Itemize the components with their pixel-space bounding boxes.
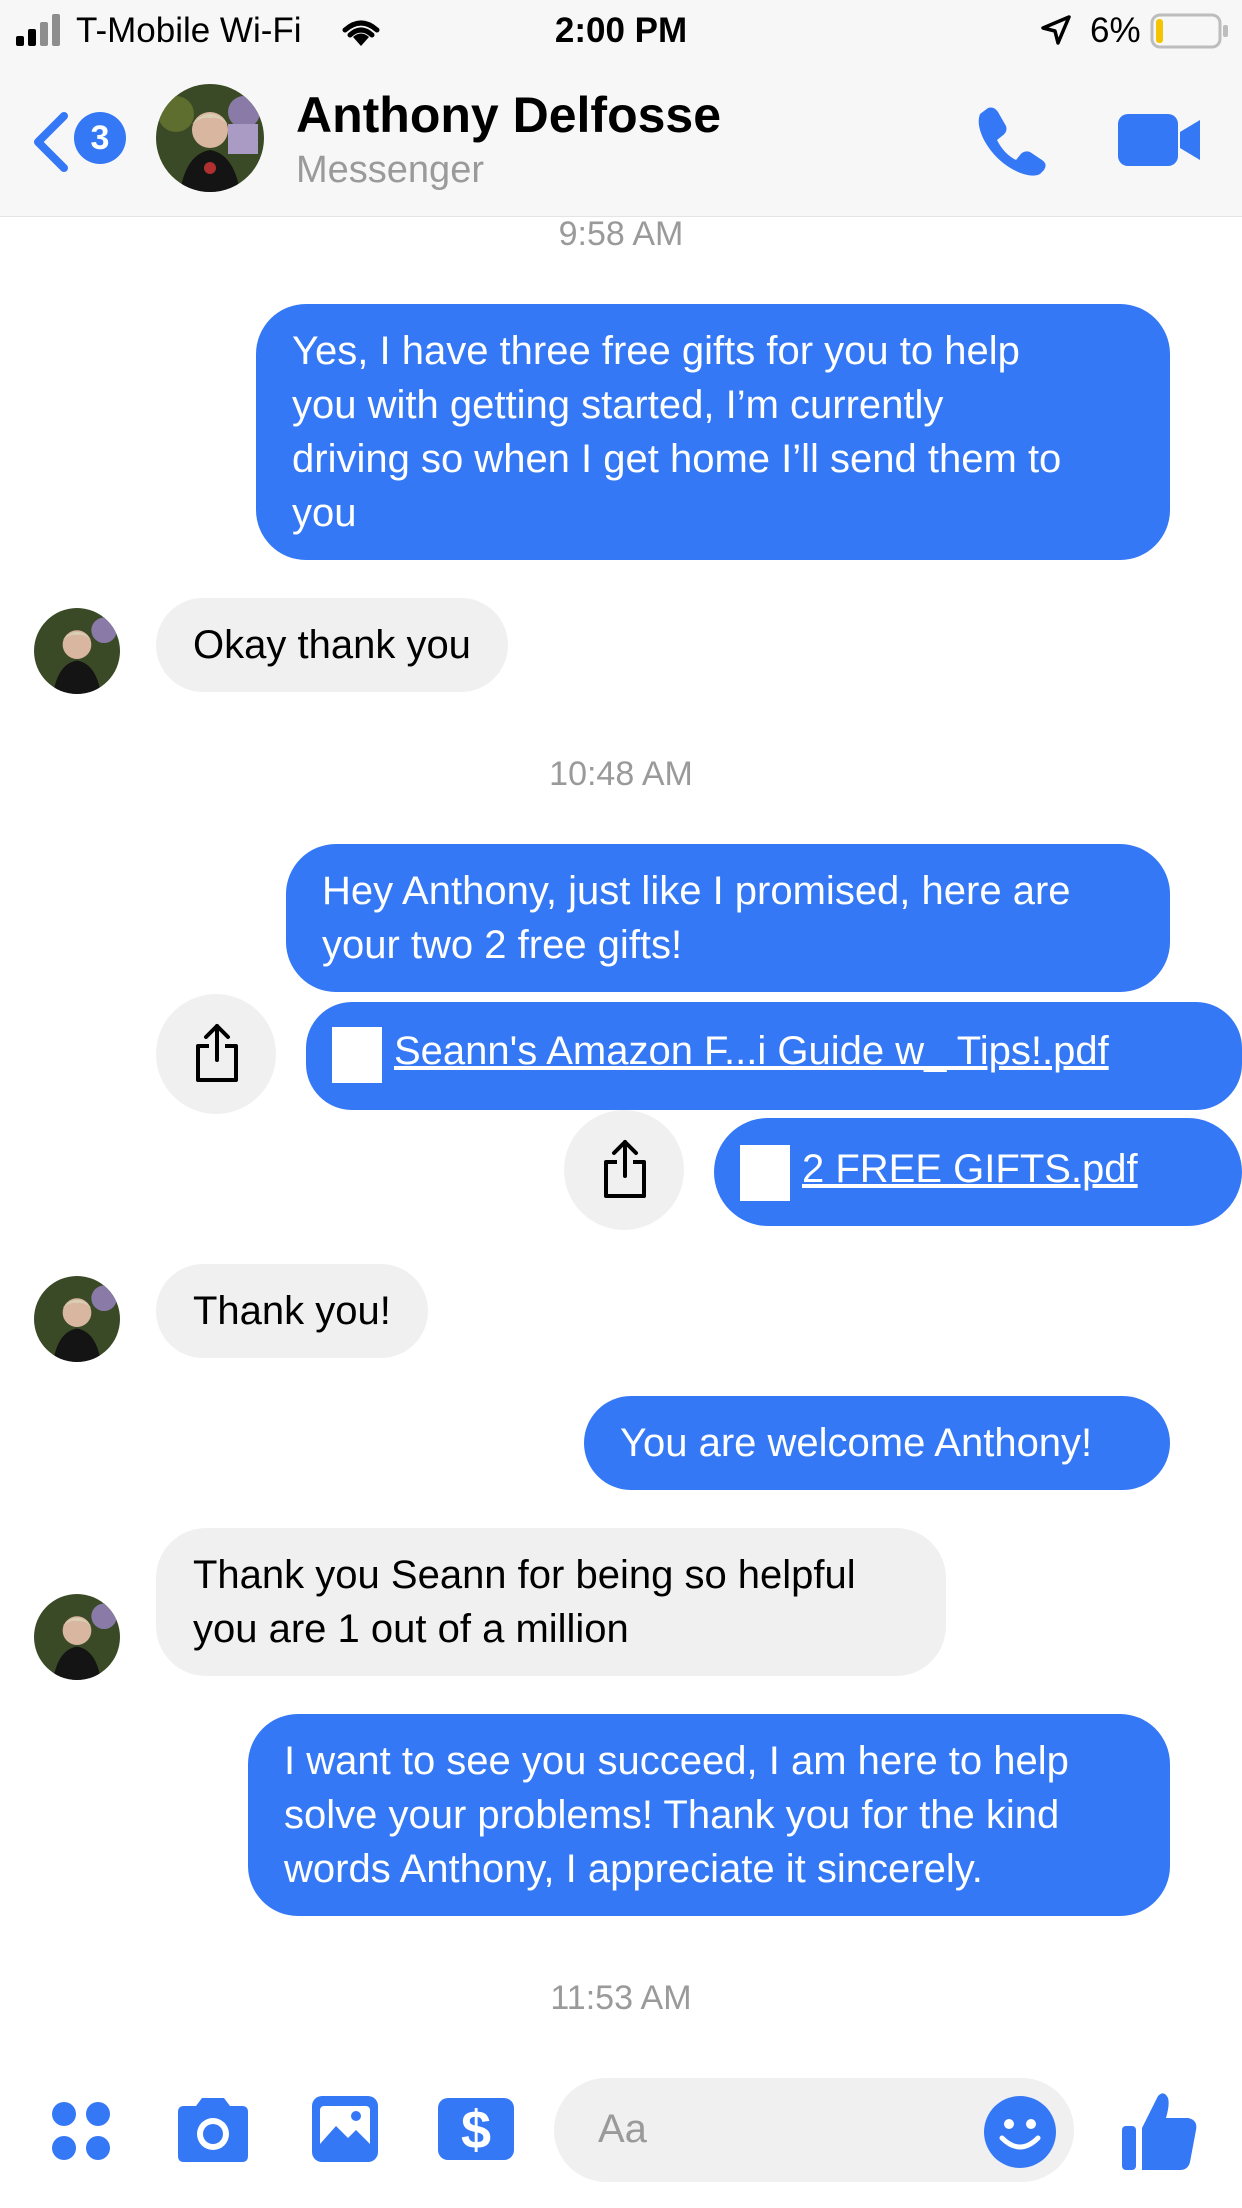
outgoing-message[interactable]: Hey Anthony, just like I promised, here … xyxy=(286,844,1170,992)
message-line: Hey Anthony, just like I promised, here … xyxy=(322,869,1071,913)
message-line: I want to see you succeed, I am here to … xyxy=(284,1739,1069,1783)
message-line: driving so when I get home I’ll send the… xyxy=(292,437,1062,481)
file-name-link[interactable]: 2 FREE GIFTS.pdf xyxy=(802,1144,1138,1194)
outgoing-message[interactable]: Yes, I have three free gifts for you to … xyxy=(256,304,1170,560)
outgoing-message[interactable]: You are welcome Anthony! xyxy=(584,1396,1170,1490)
contact-avatar[interactable] xyxy=(34,1276,120,1362)
contact-avatar[interactable] xyxy=(34,1594,120,1680)
message-line: solve your problems! Thank you for the k… xyxy=(284,1793,1060,1837)
thumbs-up-icon[interactable] xyxy=(1120,2090,1198,2172)
battery-percent: 6% xyxy=(1090,11,1141,50)
file-name-link[interactable]: Seann's Amazon F...i Guide w_ Tips!.pdf xyxy=(394,1026,1109,1076)
header-avatar[interactable] xyxy=(156,84,264,192)
apps-grid-icon[interactable] xyxy=(50,2100,112,2162)
timestamp: 9:58 AM xyxy=(558,215,684,253)
message-line: you are 1 out of a million xyxy=(193,1607,629,1651)
message-line: Okay thank you xyxy=(193,623,471,667)
camera-icon[interactable] xyxy=(174,2096,252,2164)
message-line: you xyxy=(292,491,357,535)
message-line: Thank you Seann for being so helpful xyxy=(193,1553,856,1597)
share-button[interactable] xyxy=(564,1110,684,1230)
share-button[interactable] xyxy=(156,994,276,1114)
file-attachment[interactable]: Seann's Amazon F...i Guide w_ Tips!.pdf xyxy=(306,1002,1242,1110)
message-line: you with getting started, I’m currently xyxy=(292,383,944,427)
unread-badge[interactable]: 3 xyxy=(74,112,126,164)
emoji-icon[interactable] xyxy=(982,2094,1058,2170)
contact-subtitle: Messenger xyxy=(296,149,484,191)
file-icon xyxy=(332,1027,382,1083)
location-arrow-icon xyxy=(1041,15,1071,45)
timestamp: 11:53 AM xyxy=(550,1979,692,2017)
file-icon xyxy=(740,1145,790,1201)
file-attachment[interactable]: 2 FREE GIFTS.pdf xyxy=(714,1118,1242,1226)
svg-text:$: $ xyxy=(461,2100,491,2160)
payment-icon[interactable]: $ xyxy=(436,2096,516,2162)
message-input-placeholder: Aa xyxy=(598,2107,647,2151)
timestamp: 10:48 AM xyxy=(549,755,693,793)
share-icon xyxy=(604,1140,646,1198)
message-line: your two 2 free gifts! xyxy=(322,923,683,967)
battery-icon xyxy=(1150,13,1228,49)
outgoing-message[interactable]: I want to see you succeed, I am here to … xyxy=(248,1714,1170,1916)
share-icon xyxy=(196,1024,238,1082)
phone-icon[interactable] xyxy=(974,104,1048,176)
status-bar: T-Mobile Wi-Fi 2:00 PM 6% xyxy=(0,0,1242,62)
incoming-message[interactable]: Thank you! xyxy=(156,1264,428,1358)
video-camera-icon[interactable] xyxy=(1118,112,1202,168)
message-line: You are welcome Anthony! xyxy=(620,1421,1093,1465)
message-line: words Anthony, I appreciate it sincerely… xyxy=(284,1847,983,1891)
contact-avatar[interactable] xyxy=(34,608,120,694)
incoming-message[interactable]: Okay thank you xyxy=(156,598,508,692)
photo-icon[interactable] xyxy=(310,2094,380,2164)
message-line: Yes, I have three free gifts for you to … xyxy=(292,329,1020,373)
contact-name: Anthony Delfosse xyxy=(296,87,722,143)
back-chevron-icon[interactable] xyxy=(28,110,72,174)
message-line: Thank you! xyxy=(193,1289,391,1333)
incoming-message[interactable]: Thank you Seann for being so helpful you… xyxy=(156,1528,946,1676)
